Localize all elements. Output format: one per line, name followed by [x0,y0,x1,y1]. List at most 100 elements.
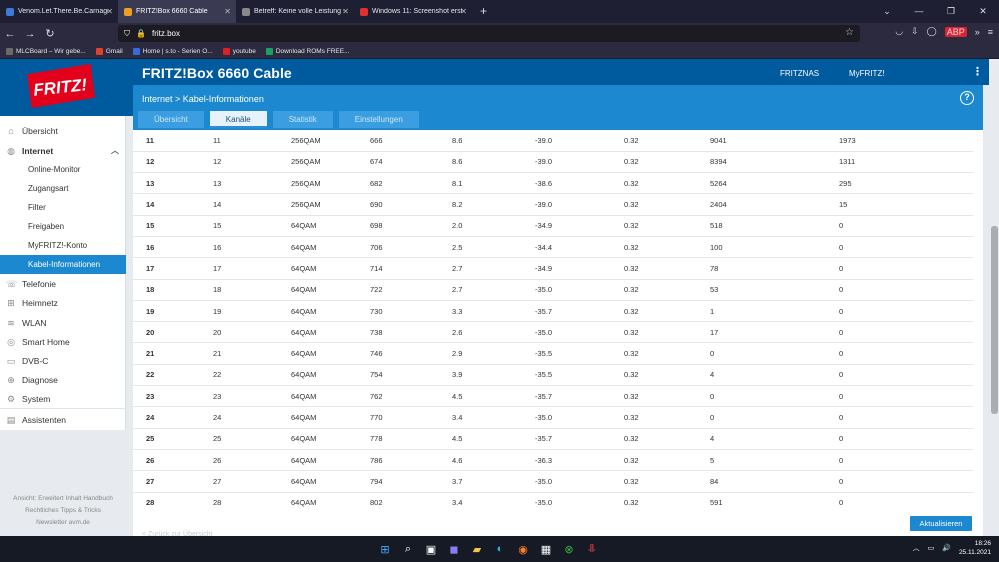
bookmark-item[interactable]: MLCBoard – Wir gebe... [6,47,86,55]
new-tab-plus-icon[interactable]: + [472,0,495,23]
wizard-icon: ▤ [6,414,16,425]
table-cell: 17 [710,321,839,344]
start-windows-icon[interactable]: ⊞ [376,540,394,558]
sidebar-item-assistenten[interactable]: ▤ Assistenten [0,410,126,429]
nav-fritznas[interactable]: FRITZNAS [780,69,819,78]
star-bookmark-icon[interactable]: ☆ [845,27,854,38]
download-icon[interactable]: ⇩ [911,26,919,37]
close-icon[interactable]: ✕ [106,7,113,16]
sidebar-item-dvb-c[interactable]: ▭ DVB-C [0,351,126,370]
sidebar-item-diagnose[interactable]: ⊕ Diagnose [0,370,126,389]
close-icon[interactable]: ✕ [460,7,467,16]
url-bar[interactable]: ⛉ 🔒 fritz.box ☆ [118,25,860,42]
table-cell: 84 [710,470,839,493]
sidebar-item-wlan[interactable]: ≋ WLAN [0,313,126,332]
bookmark-item[interactable]: youtube [222,47,256,55]
task-view-icon[interactable]: ▣ [422,540,440,558]
bookmark-item[interactable]: Download ROMs FREE... [265,47,350,55]
back-arrow-icon[interactable]: ← [0,28,20,40]
refresh-button[interactable]: Aktualisieren [910,516,972,531]
browser-tab-active[interactable]: FRITZ!Box 6660 Cable ✕ [118,0,236,23]
sidebar-item-internet[interactable]: ◍ Internet ︿ [0,141,126,160]
close-icon[interactable]: ✕ [342,7,349,16]
sidebar-item-zugangsart[interactable]: Zugangsart [0,179,126,198]
chevron-up-icon[interactable]: ︿ [913,543,920,553]
search-icon[interactable]: ⌕ [399,540,417,558]
breadcrumb[interactable]: Internet > Kabel-Informationen [142,94,264,104]
browser-tab[interactable]: Windows 11: Screenshot erstel ✕ [354,0,472,23]
file-explorer-icon[interactable]: ▰ [468,540,486,558]
table-cell: 666 [370,130,452,152]
browser-tab-bar: Venom.Let.There.Be.Carnage.2021.✕ FRITZ!… [0,0,999,23]
table-cell: 17 [133,257,213,280]
firefox-icon[interactable]: ◉ [514,540,532,558]
reload-icon[interactable]: ↻ [40,27,60,40]
tab-kanaele[interactable]: Kanäle [209,111,267,128]
table-cell: 28 [213,492,291,510]
footer-links-row-3[interactable]: Newsletter avm.de [0,517,126,529]
account-icon[interactable]: ◯ [927,26,937,37]
diagnose-icon: ⊕ [7,374,15,385]
table-cell: 12 [133,151,213,174]
tab-statistik[interactable]: Statistik [272,111,333,128]
forward-arrow-icon[interactable]: → [20,28,40,40]
table-cell: 22 [213,364,291,387]
extensions-icon[interactable]: » [975,27,980,37]
browser-tab[interactable]: Venom.Let.There.Be.Carnage.2021.✕ [0,0,118,23]
table-cell: 0 [710,406,839,429]
table-cell: 0 [839,342,973,365]
table-cell: 256QAM [291,172,370,195]
table-cell: -35.7 [535,385,624,408]
chevron-down-icon[interactable]: ⌄ [871,0,903,23]
minimize-icon[interactable]: — [903,0,935,23]
nav-myfritz[interactable]: MyFRITZ! [849,69,885,78]
bookmark-item[interactable]: Gmail [95,47,123,55]
sidebar-item-uebersicht[interactable]: ⌂ Übersicht [0,121,126,140]
table-cell: 28 [133,492,213,510]
table-cell: 15 [213,215,291,237]
close-window-icon[interactable]: ✕ [967,0,999,23]
table-cell: 13 [133,172,213,195]
table-cell: 15 [839,193,973,216]
edge-icon[interactable]: ◐ [491,540,509,558]
tab-uebersicht[interactable]: Übersicht [138,111,204,128]
sidebar-item-freigaben[interactable]: Freigaben [0,217,126,236]
table-cell: -35.7 [535,428,624,450]
sidebar-item-system[interactable]: ⚙ System [0,389,126,408]
fritz-logo[interactable]: FRITZ! [22,62,98,110]
table-cell: 0.32 [624,385,710,408]
store-icon[interactable]: ▦ [537,540,555,558]
chat-icon[interactable]: ◼ [445,540,463,558]
help-icon[interactable]: ? [960,91,974,105]
sidebar-item-myfritz-konto[interactable]: MyFRITZ!-Konto [0,236,126,255]
more-menu-icon[interactable]: ⋮ [972,67,983,78]
footer-links-row-2[interactable]: Rechtliches Tipps & Tricks [0,505,126,517]
table-cell: 64QAM [291,236,370,259]
pocket-icon[interactable]: ◡ [895,26,903,37]
hamburger-menu-icon[interactable]: ≡ [988,27,993,37]
sidebar-item-smart-home[interactable]: ◎ Smart Home [0,332,126,351]
scrollbar-thumb[interactable] [991,226,998,414]
browser-tab[interactable]: Betreff: Keine volle Leistung - Vodaf✕ [236,0,354,23]
bookmark-item[interactable]: Home | s.to - Serien O... [132,47,213,55]
clock[interactable]: 18:26 25.11.2021 [959,539,991,557]
tab-einstellungen[interactable]: Einstellungen [338,111,419,128]
network-tray-icon[interactable]: ▭ [928,544,935,552]
sidebar-divider [0,408,126,409]
maximize-icon[interactable]: ❐ [935,0,967,23]
table-cell: -35.7 [535,300,624,323]
sidebar-item-telefonie[interactable]: ☏ Telefonie [0,274,126,293]
sidebar-item-online-monitor[interactable]: Online-Monitor [0,160,126,179]
app-icon[interactable]: ⥥ [583,540,601,558]
table-cell: 12 [213,151,291,174]
xbox-icon[interactable]: ⊗ [560,540,578,558]
sidebar-item-kabel-informationen[interactable]: Kabel-Informationen [0,255,126,274]
sidebar-item-heimnetz[interactable]: ⊞ Heimnetz [0,293,126,312]
adblock-icon[interactable]: ABP [944,26,967,37]
sidebar-item-filter[interactable]: Filter [0,198,126,217]
table-cell: 5 [710,449,839,472]
table-cell: 100 [710,236,839,259]
footer-links-row-1[interactable]: Ansicht: Erweitert Inhalt Handbuch [0,493,126,505]
close-icon[interactable]: ✕ [224,7,231,16]
volume-icon[interactable]: 🔊 [942,544,951,552]
